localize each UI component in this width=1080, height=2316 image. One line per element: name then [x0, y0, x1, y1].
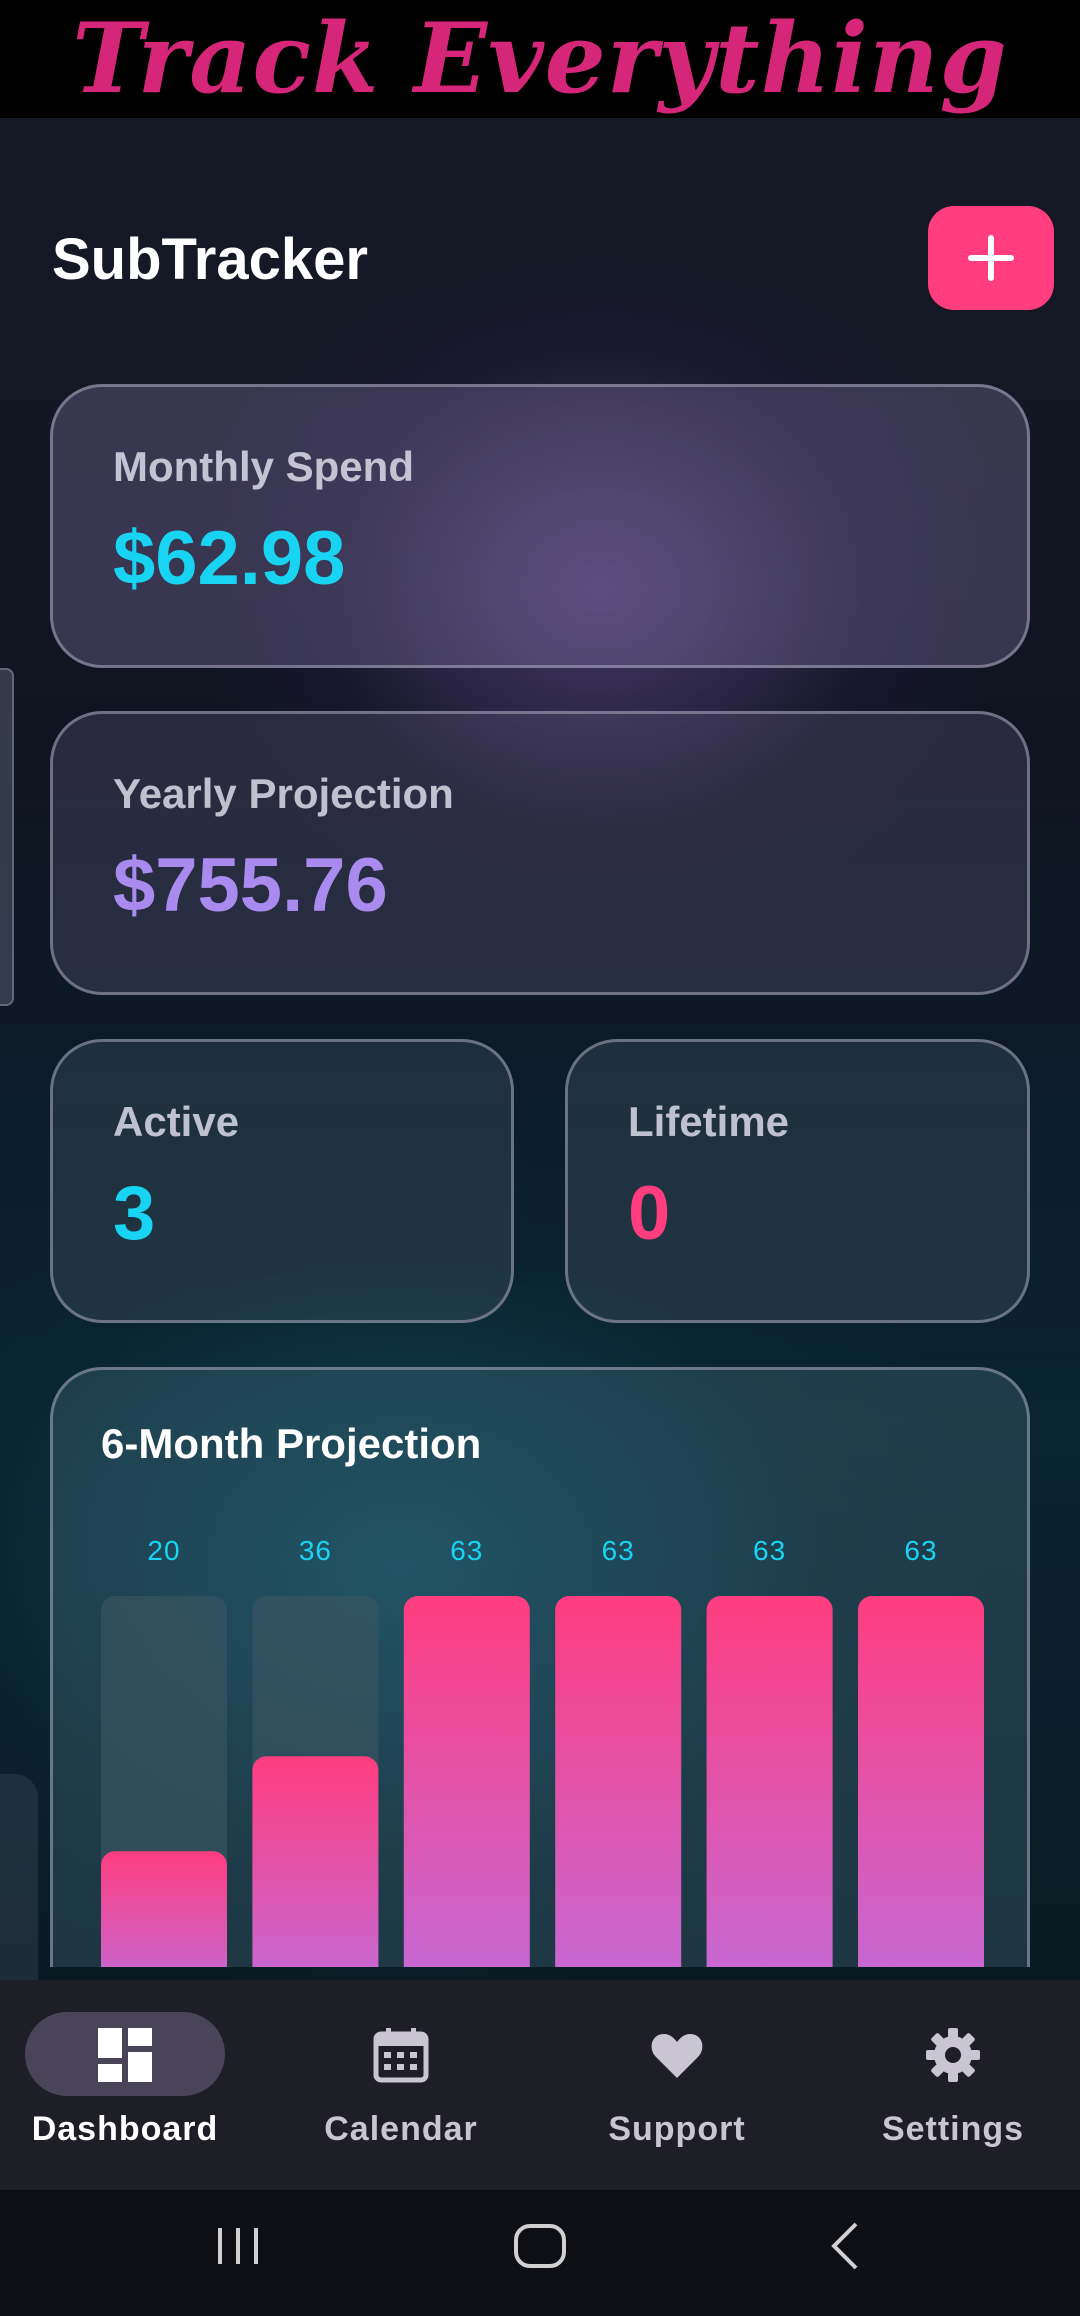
nav-item-calendar[interactable]: Calendar: [266, 1980, 536, 2190]
nav-label-support: Support: [608, 2110, 746, 2148]
bar-value-label: 63: [602, 1535, 635, 1566]
projection-card: 6-Month Projection 20 36 63 63 63 63: [50, 1367, 1030, 1967]
gear-icon: [926, 2028, 980, 2082]
app-title: SubTracker: [52, 227, 368, 292]
dashboard-icon: [98, 2028, 152, 2082]
bar-value-label: 63: [753, 1535, 786, 1566]
nav-item-dashboard[interactable]: Dashboard: [0, 1980, 260, 2190]
lifetime-label: Lifetime: [628, 1098, 790, 1145]
yearly-projection-card[interactable]: Yearly Projection $755.76: [50, 711, 1030, 995]
screen: Track Everything SubTracker Monthly Spen…: [0, 0, 1080, 2316]
chart-bar[interactable]: [101, 1851, 227, 1967]
bar-value-label: 20: [147, 1535, 180, 1566]
chart-bar[interactable]: [252, 1756, 379, 1967]
promo-banner: Track Everything: [0, 0, 1080, 118]
lifetime-value: 0: [628, 1171, 671, 1256]
chart-bar[interactable]: [858, 1596, 984, 1967]
bar-value-label: 63: [904, 1535, 937, 1566]
calendar-icon: [373, 2028, 429, 2083]
chart-bar[interactable]: [555, 1596, 682, 1967]
edge-panel-handle[interactable]: [0, 668, 14, 1006]
home-icon[interactable]: [512, 2220, 568, 2272]
dashboard-screen: SubTracker Monthly Spend $62.98 Yearly P…: [0, 118, 1080, 2174]
nav-label-calendar: Calendar: [324, 2110, 478, 2148]
active-value: 3: [113, 1171, 156, 1256]
monthly-spend-label: Monthly Spend: [113, 443, 414, 490]
heart-icon: [651, 2034, 703, 2078]
nav-label-dashboard: Dashboard: [31, 2110, 219, 2148]
projection-chart: 20 36 63 63 63 63: [101, 1535, 984, 1967]
bar-value-label: 63: [450, 1535, 483, 1566]
yearly-projection-label: Yearly Projection: [113, 770, 454, 817]
add-subscription-button[interactable]: [928, 206, 1054, 310]
system-navigation-bar: [0, 2190, 1080, 2316]
back-icon[interactable]: [820, 2220, 872, 2272]
active-label: Active: [113, 1098, 240, 1145]
chart-bar[interactable]: [706, 1596, 833, 1967]
bar-value-label: 36: [299, 1535, 332, 1566]
bottom-navigation: Dashboard Calendar Support Settings: [0, 1980, 1080, 2190]
chart-bar[interactable]: [403, 1596, 530, 1967]
active-card[interactable]: Active 3: [50, 1039, 514, 1323]
nav-item-support[interactable]: Support: [542, 1980, 812, 2190]
yearly-projection-value: $755.76: [113, 843, 388, 928]
lifetime-card[interactable]: Lifetime 0: [565, 1039, 1030, 1323]
recent-apps-icon[interactable]: [212, 2220, 264, 2272]
banner-text: Track Everything: [72, 2, 1008, 115]
monthly-spend-value: $62.98: [113, 516, 346, 601]
nav-label-settings: Settings: [881, 2110, 1025, 2148]
plus-icon: [968, 235, 1014, 281]
monthly-spend-card[interactable]: Monthly Spend $62.98: [50, 384, 1030, 668]
nav-item-settings[interactable]: Settings: [818, 1980, 1080, 2190]
